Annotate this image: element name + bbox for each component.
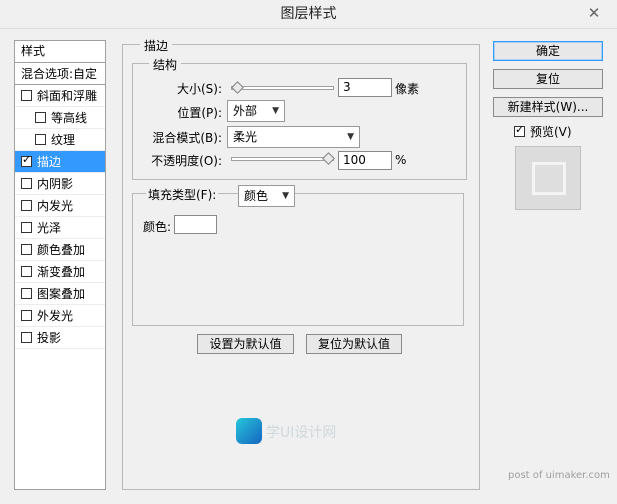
close-icon[interactable]: ✕ xyxy=(585,4,603,22)
style-item-label: 内阴影 xyxy=(37,177,74,191)
fill-type-select[interactable]: 颜色 ▼ xyxy=(238,185,295,207)
size-label: 大小(S): xyxy=(176,82,222,96)
style-items: 斜面和浮雕等高线纹理描边内阴影内发光光泽颜色叠加渐变叠加图案叠加外发光投影 xyxy=(15,85,105,349)
ok-button[interactable]: 确定 xyxy=(493,41,603,61)
style-item[interactable]: 图案叠加 xyxy=(15,283,105,305)
fill-group xyxy=(132,193,464,326)
opacity-label: 不透明度(O): xyxy=(151,154,222,168)
fill-type-label: 填充类型(F): xyxy=(146,186,219,203)
style-item[interactable]: 描边 xyxy=(15,151,105,173)
preview-thumbnail xyxy=(532,162,566,195)
preview-toggle[interactable]: 预览(V) xyxy=(514,123,572,140)
preview-checkbox[interactable] xyxy=(514,123,525,137)
blend-mode-select[interactable]: 柔光 ▼ xyxy=(227,126,360,148)
style-item[interactable]: 内阴影 xyxy=(15,173,105,195)
style-item[interactable]: 斜面和浮雕 xyxy=(15,85,105,107)
fill-type-value: 颜色 xyxy=(244,189,269,203)
style-item[interactable]: 纹理 xyxy=(15,129,105,151)
style-item-checkbox[interactable] xyxy=(21,288,32,299)
blend-mode-label: 混合模式(B): xyxy=(152,131,222,145)
style-item[interactable]: 外发光 xyxy=(15,305,105,327)
logo-text: 学UI设计网 xyxy=(266,425,337,441)
style-item-checkbox[interactable] xyxy=(35,134,46,145)
size-slider-track[interactable] xyxy=(231,86,334,90)
chevron-down-icon: ▼ xyxy=(282,191,289,201)
style-item-label: 颜色叠加 xyxy=(37,243,86,257)
style-item-checkbox[interactable] xyxy=(21,332,32,343)
style-item-label: 描边 xyxy=(37,155,62,169)
styles-list-header[interactable]: 样式 xyxy=(15,41,105,63)
chevron-down-icon: ▼ xyxy=(272,106,279,116)
style-item-checkbox[interactable] xyxy=(21,200,32,211)
stroke-group-title: 描边 xyxy=(140,37,173,54)
opacity-unit: % xyxy=(395,153,407,167)
style-item-label: 等高线 xyxy=(51,111,88,125)
style-item-checkbox[interactable] xyxy=(21,310,32,321)
size-input[interactable]: 3 xyxy=(338,78,392,97)
position-value: 外部 xyxy=(233,104,258,118)
style-item-checkbox[interactable] xyxy=(21,222,32,233)
style-item[interactable]: 渐变叠加 xyxy=(15,261,105,283)
logo-icon xyxy=(236,418,262,444)
style-item-checkbox[interactable] xyxy=(35,112,46,123)
preview-label: 预览(V) xyxy=(530,125,572,139)
style-item[interactable]: 等高线 xyxy=(15,107,105,129)
opacity-input[interactable]: 100 xyxy=(338,151,392,170)
style-item[interactable]: 颜色叠加 xyxy=(15,239,105,261)
reset-default-button[interactable]: 复位为默认值 xyxy=(306,334,402,354)
style-item-label: 投影 xyxy=(37,331,62,345)
style-item-checkbox[interactable] xyxy=(21,153,32,167)
color-label: 颜色: xyxy=(143,220,172,234)
position-label: 位置(P): xyxy=(177,106,222,120)
opacity-slider-track[interactable] xyxy=(231,157,334,161)
style-item[interactable]: 光泽 xyxy=(15,217,105,239)
dialog-title: 图层样式 xyxy=(280,6,337,22)
style-item-label: 图案叠加 xyxy=(37,287,86,301)
position-select[interactable]: 外部 ▼ xyxy=(227,100,285,122)
styles-list: 样式 混合选项:自定 斜面和浮雕等高线纹理描边内阴影内发光光泽颜色叠加渐变叠加图… xyxy=(14,40,106,490)
color-swatch[interactable] xyxy=(174,215,217,234)
size-unit: 像素 xyxy=(395,82,420,96)
style-item-checkbox[interactable] xyxy=(21,90,32,101)
style-item-label: 外发光 xyxy=(37,309,74,323)
style-item-label: 内发光 xyxy=(37,199,74,213)
style-preview xyxy=(515,146,581,210)
blend-options-item[interactable]: 混合选项:自定 xyxy=(15,63,105,85)
new-style-button[interactable]: 新建样式(W)... xyxy=(493,97,603,117)
style-item-checkbox[interactable] xyxy=(21,266,32,277)
style-item-checkbox[interactable] xyxy=(21,244,32,255)
structure-group-title: 结构 xyxy=(149,56,182,73)
style-item-label: 渐变叠加 xyxy=(37,265,86,279)
style-item[interactable]: 投影 xyxy=(15,327,105,349)
watermark: post of uimaker.com xyxy=(508,470,610,481)
blend-mode-value: 柔光 xyxy=(233,130,258,144)
reset-button[interactable]: 复位 xyxy=(493,69,603,89)
chevron-down-icon: ▼ xyxy=(347,132,354,142)
style-item-label: 斜面和浮雕 xyxy=(37,89,98,103)
style-item-label: 光泽 xyxy=(37,221,62,235)
style-item[interactable]: 内发光 xyxy=(15,195,105,217)
style-item-label: 纹理 xyxy=(51,133,76,147)
set-default-button[interactable]: 设置为默认值 xyxy=(197,334,294,354)
style-item-checkbox[interactable] xyxy=(21,178,32,189)
title-bar: 图层样式 ✕ xyxy=(0,0,617,28)
